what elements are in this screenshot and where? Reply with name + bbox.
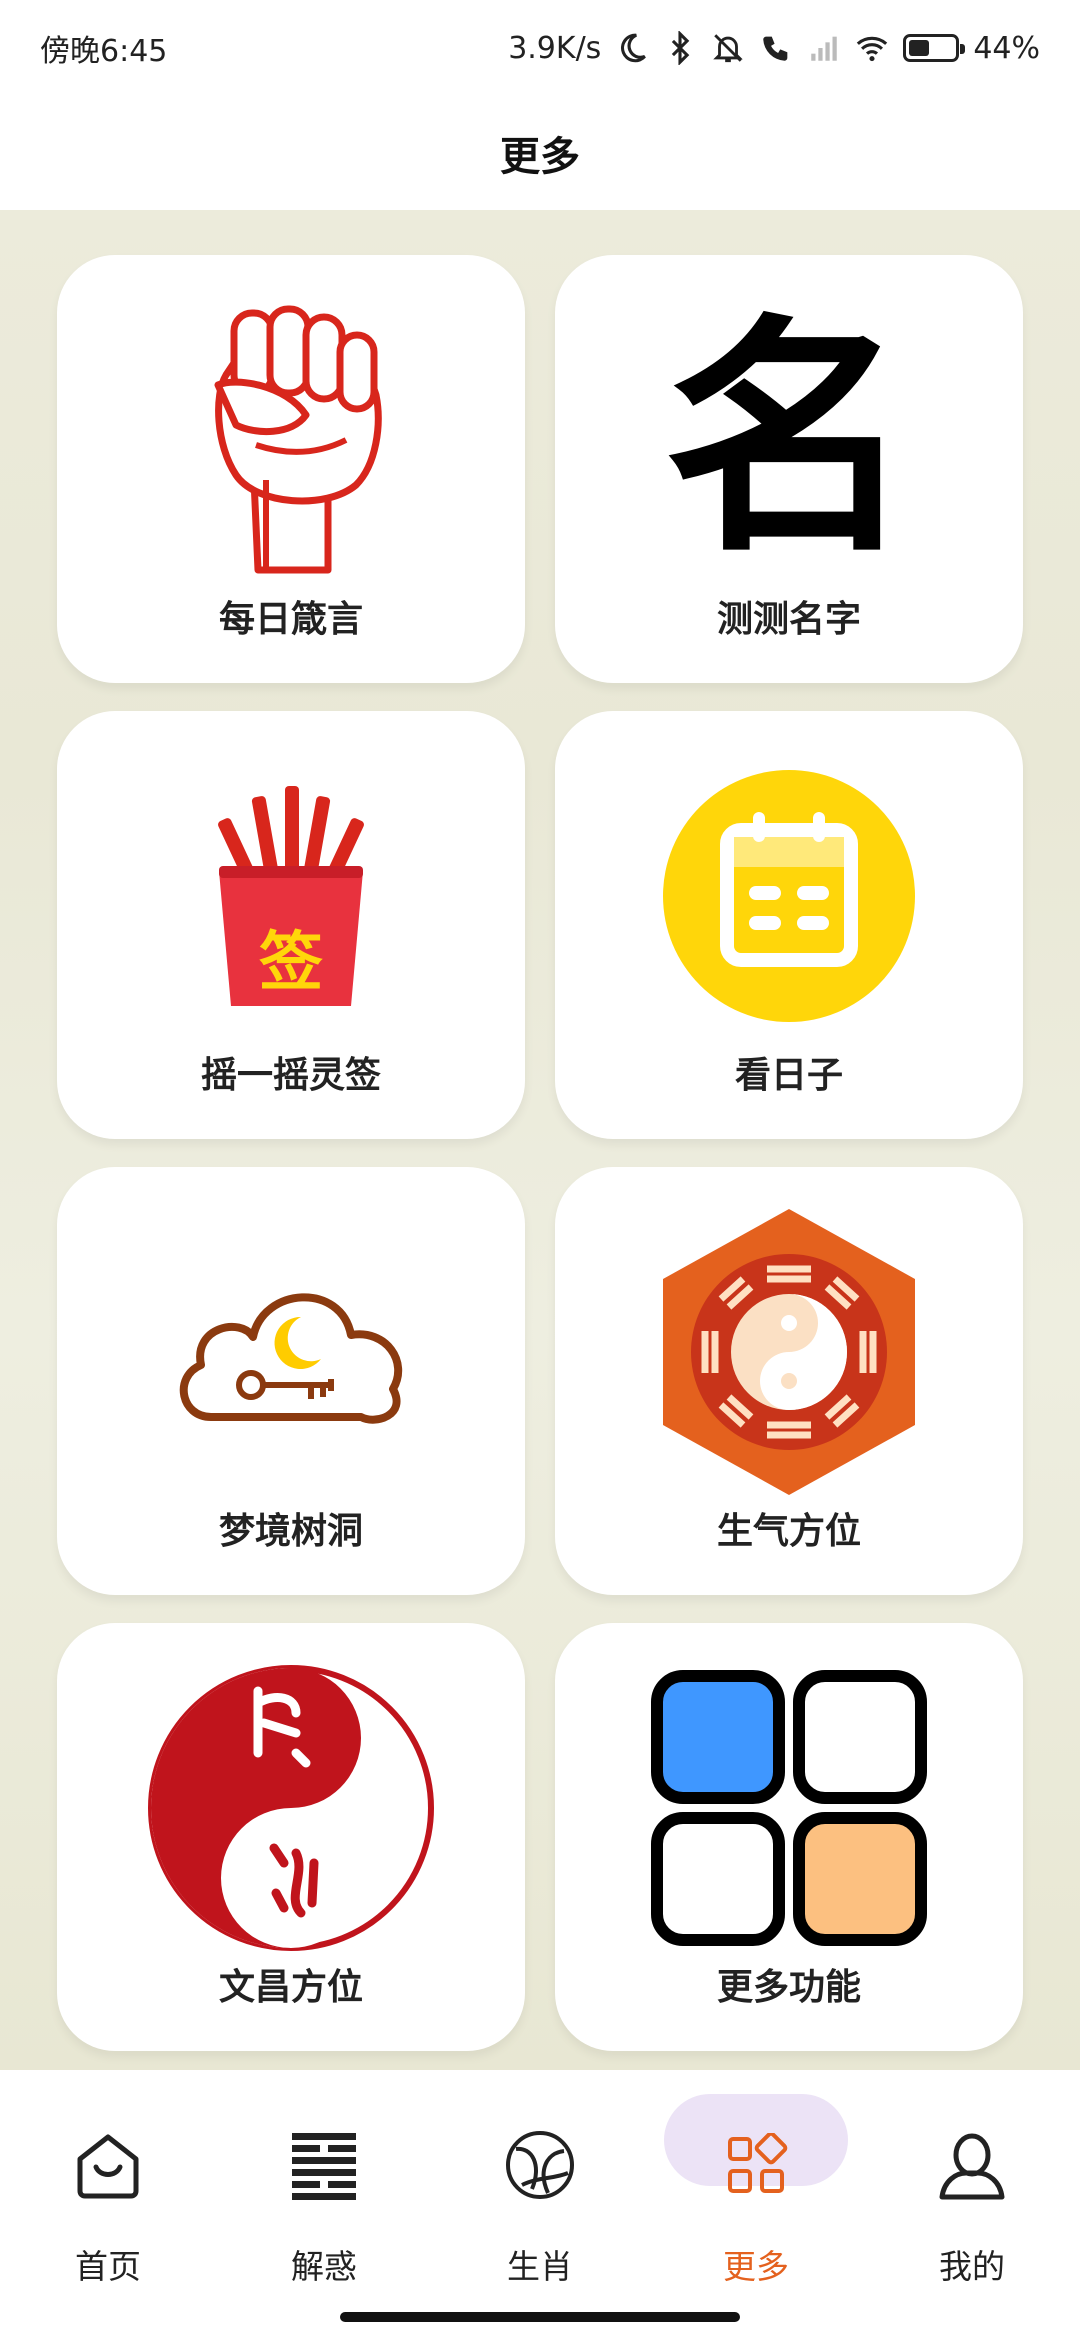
card-more-features[interactable]: 更多功能 (555, 1623, 1023, 2051)
profile-icon (939, 2133, 1005, 2200)
fist-icon (214, 305, 382, 574)
wifi-icon (857, 36, 888, 62)
card-label: 摇一摇灵签 (200, 1055, 381, 1096)
nav-home[interactable]: 首页 (18, 2110, 198, 2300)
name-character-icon: 名 (664, 294, 914, 585)
card-wenchang-direction[interactable]: 文昌方位 (57, 1623, 525, 2051)
card-pick-date[interactable]: 看日子 (555, 711, 1023, 1139)
calendar-icon (663, 770, 915, 1022)
card-vitality-direction[interactable]: 生气方位 (555, 1167, 1023, 1595)
card-label: 文昌方位 (218, 1967, 363, 2008)
card-label: 梦境树洞 (218, 1511, 363, 1552)
network-speed: 3.9K/s (508, 30, 602, 66)
bluetooth-icon (672, 31, 690, 65)
dream-cloud-icon (179, 1293, 403, 1424)
status-bar: 傍晚6:45 3.9K/s 44% (0, 0, 1080, 96)
signal-icon (811, 36, 838, 61)
card-label: 生气方位 (716, 1511, 861, 1552)
card-label: 更多功能 (716, 1967, 861, 2008)
card-label: 测测名字 (716, 599, 861, 640)
nav-label: 首页 (75, 2247, 141, 2286)
home-indicator[interactable] (340, 2312, 740, 2322)
fortune-stick-character: 签 (259, 926, 323, 1000)
nav-label: 更多 (723, 2247, 789, 2286)
feature-grid: 每日箴言 名 测测名字 签 摇一摇灵签 看日子 梦境树洞 生气方位 文昌方位 更… (0, 210, 1080, 2070)
call-icon (763, 36, 788, 61)
moon-icon (621, 33, 647, 63)
card-fortune-sticks[interactable]: 签 摇一摇灵签 (57, 711, 525, 1139)
card-label: 看日子 (734, 1055, 843, 1096)
more-apps-icon (728, 2133, 788, 2193)
nav-label: 解惑 (291, 2247, 357, 2286)
nav-profile[interactable]: 我的 (882, 2110, 1062, 2300)
nav-label: 生肖 (507, 2247, 573, 2286)
battery-icon (903, 34, 966, 62)
bagua-icon (663, 1209, 915, 1495)
card-daily-motto[interactable]: 每日箴言 (57, 255, 525, 683)
bell-muted-icon (713, 34, 744, 63)
status-icons: 3.9K/s 44% (508, 31, 1040, 66)
yin-yang-icon (148, 1665, 434, 1951)
home-icon (77, 2134, 139, 2199)
card-dream-hollow[interactable]: 梦境树洞 (57, 1167, 525, 1595)
nav-answers[interactable]: 解惑 (234, 2110, 414, 2300)
nav-label: 我的 (939, 2247, 1005, 2286)
status-time: 傍晚6:45 (40, 34, 168, 69)
card-label: 每日箴言 (218, 599, 363, 640)
card-test-name[interactable]: 名 测测名字 (555, 255, 1023, 683)
nav-zodiac[interactable]: 生肖 (450, 2110, 630, 2300)
zodiac-icon (506, 2131, 574, 2199)
battery-percent: 44% (973, 30, 1040, 66)
more-grid-icon (651, 1670, 927, 1946)
page-title: 更多 (500, 134, 580, 180)
hexagram-icon (292, 2133, 356, 2200)
nav-more[interactable]: 更多 (666, 2110, 846, 2300)
page-header: 更多 (0, 96, 1080, 210)
